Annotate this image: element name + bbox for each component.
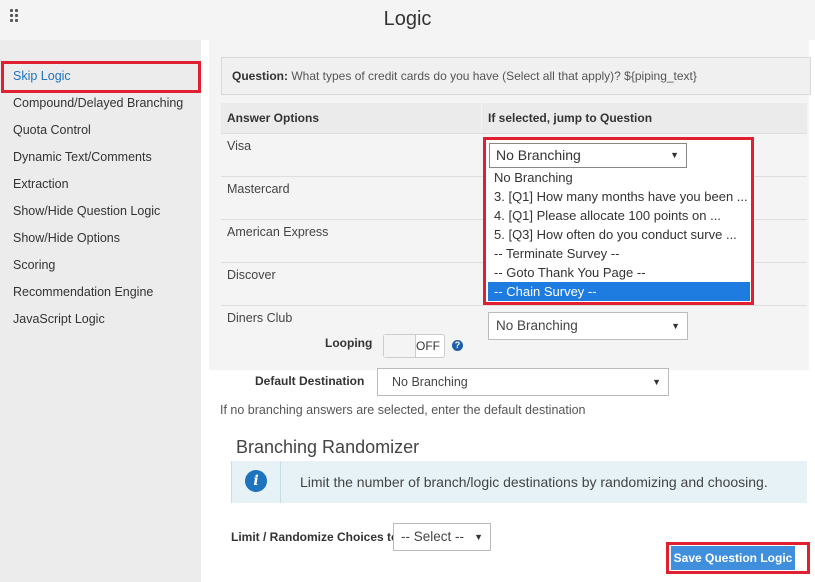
visa-branch-dropdown[interactable]: No Branching ▼ No Branching 3. [Q1] How … [483,137,754,305]
sidebar-item-scoring[interactable]: Scoring [13,258,55,272]
chevron-down-icon: ▼ [670,150,679,160]
sidebar-item-show-hide-question[interactable]: Show/Hide Question Logic [13,204,160,218]
dropdown-option[interactable]: -- Goto Thank You Page -- [488,263,750,282]
question-box: Question: What types of credit cards do … [221,57,811,95]
info-icon: i [245,470,267,492]
visa-branch-value: No Branching [496,147,581,163]
sidebar [0,40,201,582]
dropdown-option[interactable]: -- Terminate Survey -- [488,244,750,263]
sidebar-item-skip-logic[interactable]: Skip Logic [13,69,71,83]
sidebar-item-compound-branching[interactable]: Compound/Delayed Branching [13,96,183,110]
answer-mastercard: Mastercard [227,182,290,196]
randomizer-info-text: Limit the number of branch/logic destina… [300,474,768,490]
looping-toggle[interactable]: OFF [383,334,445,358]
sidebar-item-extraction[interactable]: Extraction [13,177,69,191]
sidebar-item-show-hide-options[interactable]: Show/Hide Options [13,231,120,245]
default-destination-value: No Branching [392,375,468,389]
dropdown-options-list: No Branching 3. [Q1] How many months hav… [488,168,750,301]
header-answer-options: Answer Options [221,103,481,133]
sidebar-item-javascript-logic[interactable]: JavaScript Logic [13,312,105,326]
answer-diners-club: Diners Club [227,311,293,325]
row-divider [221,305,807,306]
save-question-logic-button[interactable]: Save Question Logic [671,546,795,570]
looping-state: OFF [416,339,440,353]
visa-branch-select[interactable]: No Branching ▼ [489,143,687,168]
default-destination-label: Default Destination [255,374,365,388]
looping-label: Looping [325,336,373,350]
default-destination-hint: If no branching answers are selected, en… [220,403,586,417]
dropdown-option[interactable]: No Branching [488,168,750,187]
header-jump-to: If selected, jump to Question [482,103,807,133]
chevron-down-icon: ▼ [474,532,483,542]
dropdown-option[interactable]: 5. [Q3] How often do you conduct surve .… [488,225,750,244]
dropdown-option-highlighted[interactable]: -- Chain Survey -- [488,282,750,301]
answer-american-express: American Express [227,225,329,239]
diners-branch-value: No Branching [496,318,578,333]
randomizer-title: Branching Randomizer [236,437,420,457]
diners-branch-select[interactable]: No Branching ▼ [488,312,688,340]
question-text: What types of credit cards do you have (… [288,69,697,83]
limit-randomize-value: -- Select -- [401,529,465,544]
chevron-down-icon: ▼ [652,377,661,387]
info-icon-wrap: i [232,461,281,503]
randomizer-info-box: i Limit the number of branch/logic desti… [231,461,807,503]
answer-discover: Discover [227,268,276,282]
header-bar: Logic [0,0,815,40]
help-icon[interactable]: ? [452,340,463,351]
limit-randomize-label: Limit / Randomize Choices to [231,530,399,544]
row-divider [221,133,807,134]
dropdown-option[interactable]: 4. [Q1] Please allocate 100 points on ..… [488,206,750,225]
dropdown-option[interactable]: 3. [Q1] How many months have you been ..… [488,187,750,206]
answer-visa: Visa [227,139,252,153]
page-title: Logic [383,8,432,30]
sidebar-item-dynamic-text[interactable]: Dynamic Text/Comments [13,150,152,164]
toggle-knob [384,335,416,357]
question-prefix: Question: [232,69,288,83]
limit-randomize-select[interactable]: -- Select -- ▼ [393,523,491,551]
chevron-down-icon: ▼ [671,321,680,331]
sidebar-item-quota-control[interactable]: Quota Control [13,123,91,137]
default-destination-select[interactable]: No Branching ▼ [377,368,669,396]
sidebar-item-recommendation-engine[interactable]: Recommendation Engine [13,285,153,299]
